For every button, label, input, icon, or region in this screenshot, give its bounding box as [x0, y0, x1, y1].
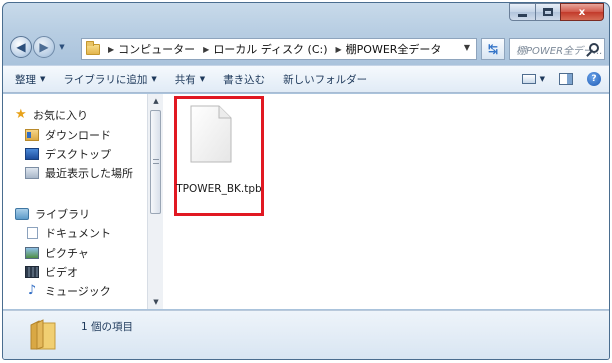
- sidebar-item-label: ダウンロード: [45, 129, 111, 142]
- breadcrumb-current-folder[interactable]: 棚POWER全データ: [346, 41, 442, 57]
- sidebar-item-favorites[interactable]: ★ お気に入り: [15, 107, 88, 123]
- nav-buttons: ◀ ▶ ▼: [10, 36, 67, 58]
- folder-icon: [86, 40, 100, 55]
- forward-arrow-icon: ▶: [39, 40, 49, 54]
- add-to-library-button[interactable]: ライブラリに追加 ▼: [63, 72, 156, 87]
- sidebar-item-pictures[interactable]: ピクチャ: [25, 245, 89, 261]
- explorer-window: x ◀ ▶ ▼ ▶ コンピューター ▶ ローカル ディスク (C:) ▶ 棚PO…: [2, 2, 610, 360]
- sidebar-item-libraries[interactable]: ライブラリ: [15, 206, 90, 222]
- content-area: ★ お気に入り ダウンロード デスクトップ 最近表示した場所 ライブラリ ドキュ…: [3, 94, 609, 309]
- recent-pages-dropdown[interactable]: ▼: [57, 43, 67, 51]
- scroll-up-icon[interactable]: ▲: [148, 94, 164, 108]
- maximize-button[interactable]: [535, 3, 560, 21]
- share-label: 共有: [174, 73, 196, 86]
- address-bar[interactable]: ▶ コンピューター ▶ ローカル ディスク (C:) ▶ 棚POWER全データ …: [81, 38, 477, 60]
- generic-file-icon[interactable]: [189, 105, 233, 163]
- navigation-scrollbar[interactable]: ▲ ▼: [147, 94, 163, 309]
- chevron-right-icon[interactable]: ▶: [108, 45, 114, 54]
- share-button[interactable]: 共有 ▼: [175, 72, 205, 87]
- item-count: 1 個の項目: [81, 321, 134, 333]
- sidebar-item-downloads[interactable]: ダウンロード: [25, 127, 111, 143]
- forward-button[interactable]: ▶: [33, 36, 55, 58]
- sidebar-item-documents[interactable]: ドキュメント: [25, 225, 111, 241]
- sidebar-item-label: ビデオ: [45, 266, 78, 279]
- maximize-icon: [543, 8, 553, 16]
- breadcrumb-local-disk[interactable]: ローカル ディスク (C:): [213, 41, 327, 57]
- search-icon[interactable]: [589, 43, 599, 53]
- view-options-icon[interactable]: [521, 74, 536, 84]
- sidebar-item-label: デスクトップ: [45, 148, 111, 161]
- refresh-icon: ↹: [487, 42, 499, 56]
- sidebar-item-label: 最近表示した場所: [45, 167, 133, 180]
- recent-places-icon: [25, 167, 39, 179]
- file-name[interactable]: TPOWER_BK.tpb: [176, 183, 262, 196]
- burn-label: 書き込む: [223, 73, 266, 86]
- organize-label: 整理: [15, 73, 36, 86]
- breadcrumb-computer[interactable]: コンピューター: [118, 41, 195, 57]
- preview-pane-icon[interactable]: [559, 73, 573, 85]
- videos-icon: [25, 266, 39, 278]
- view-options-dropdown-icon[interactable]: ▼: [540, 75, 545, 83]
- chevron-down-icon: ▼: [199, 75, 206, 83]
- star-icon: ★: [15, 107, 27, 122]
- back-button[interactable]: ◀: [10, 36, 32, 58]
- caption-buttons: x: [509, 3, 604, 23]
- downloads-folder-icon: [25, 129, 39, 141]
- add-to-library-label: ライブラリに追加: [63, 73, 148, 86]
- minimize-icon: [518, 13, 527, 17]
- help-icon[interactable]: ?: [587, 72, 601, 86]
- burn-button[interactable]: 書き込む: [223, 72, 265, 87]
- back-arrow-icon: ◀: [16, 40, 26, 54]
- sidebar-item-label: お気に入り: [33, 109, 88, 122]
- grip-icon: [153, 159, 159, 164]
- desktop-icon: [25, 148, 39, 160]
- library-icon: [15, 208, 29, 220]
- toolbar-right: ▼ ?: [521, 72, 601, 86]
- chevron-right-icon[interactable]: ▶: [203, 45, 209, 54]
- file-list: TPOWER_BK.tpb: [164, 94, 609, 309]
- minimize-button[interactable]: [509, 3, 535, 21]
- pictures-icon: [25, 247, 39, 259]
- folder-icon: [29, 319, 59, 351]
- sidebar-item-videos[interactable]: ビデオ: [25, 264, 78, 280]
- scroll-down-icon[interactable]: ▼: [148, 295, 164, 309]
- scrollbar-thumb[interactable]: [150, 110, 161, 214]
- sidebar-item-recent-places[interactable]: 最近表示した場所: [25, 165, 133, 181]
- new-folder-button[interactable]: 新しいフォルダー: [283, 72, 367, 87]
- sidebar-item-label: ライブラリ: [35, 208, 90, 221]
- new-folder-label: 新しいフォルダー: [283, 73, 368, 86]
- address-dropdown-icon[interactable]: ▼: [464, 43, 470, 52]
- music-note-icon: ♪: [27, 283, 37, 298]
- search-input[interactable]: 棚POWER全デー...: [509, 38, 605, 60]
- refresh-button[interactable]: ↹: [481, 38, 505, 60]
- sidebar-item-desktop[interactable]: デスクトップ: [25, 146, 111, 162]
- sidebar-item-music[interactable]: ♪ ミュージック: [25, 283, 111, 299]
- organize-button[interactable]: 整理 ▼: [15, 72, 45, 87]
- sidebar-item-label: ミュージック: [45, 285, 111, 298]
- chevron-right-icon[interactable]: ▶: [336, 45, 342, 54]
- details-pane: 1 個の項目: [3, 310, 609, 359]
- sidebar-item-label: ピクチャ: [45, 247, 89, 260]
- documents-icon: [27, 227, 38, 239]
- chevron-down-icon: ▼: [151, 75, 157, 83]
- command-bar: 整理 ▼ ライブラリに追加 ▼ 共有 ▼ 書き込む 新しいフォルダー ▼ ?: [3, 65, 609, 93]
- navigation-pane: ★ お気に入り ダウンロード デスクトップ 最近表示した場所 ライブラリ ドキュ…: [3, 94, 146, 309]
- close-button[interactable]: x: [560, 3, 604, 21]
- chevron-down-icon: ▼: [40, 75, 46, 83]
- sidebar-item-label: ドキュメント: [45, 227, 111, 240]
